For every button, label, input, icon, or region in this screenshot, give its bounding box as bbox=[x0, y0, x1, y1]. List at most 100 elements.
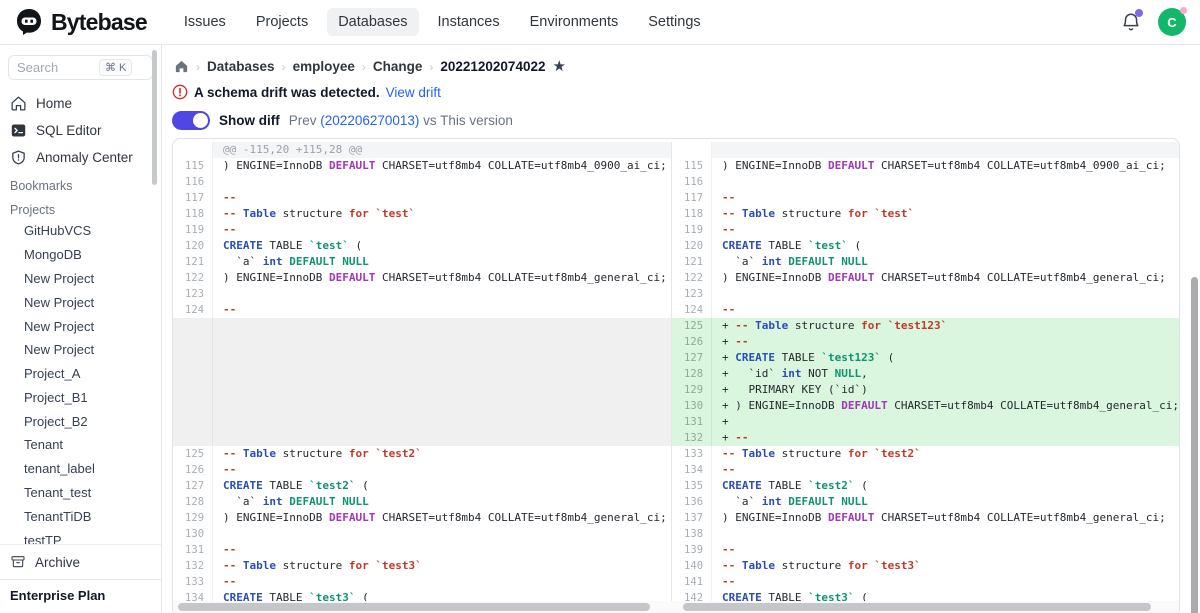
breadcrumb-separator: › bbox=[429, 60, 433, 74]
search-box[interactable]: ⌘ K bbox=[8, 55, 153, 80]
project-item[interactable]: New Project bbox=[0, 314, 161, 338]
diff-row: 127+ CREATE TABLE `test123` ( bbox=[173, 350, 1179, 366]
code-line: -- Table structure for `test3` bbox=[712, 558, 1179, 574]
diff-panel: @@ -115,20 +115,28 @@115) ENGINE=InnoDB … bbox=[172, 138, 1180, 613]
code-line: -- Table structure for `test2` bbox=[213, 446, 671, 462]
line-number: 118 bbox=[173, 206, 213, 222]
code-line: -- bbox=[712, 302, 1179, 318]
project-item[interactable]: New Project bbox=[0, 338, 161, 362]
project-item[interactable]: Tenant bbox=[0, 433, 161, 457]
code-line: -- bbox=[213, 222, 671, 238]
prev-version-link[interactable]: (202206270013) bbox=[320, 113, 419, 128]
line-number: 118 bbox=[672, 206, 712, 222]
line-number: 127 bbox=[672, 350, 712, 366]
sidebar-item-anomaly-center[interactable]: Anomaly Center bbox=[0, 144, 161, 171]
diff-row: 116116 bbox=[173, 174, 1179, 190]
line-number: 124 bbox=[672, 302, 712, 318]
project-item[interactable]: testTP bbox=[0, 528, 161, 544]
project-item[interactable]: tenant_label bbox=[0, 457, 161, 481]
home-icon[interactable] bbox=[174, 59, 189, 74]
line-number bbox=[173, 414, 213, 430]
sidebar: ⌘ K HomeSQL EditorAnomaly Center Bookmar… bbox=[0, 45, 162, 613]
project-item[interactable]: MongoDB bbox=[0, 243, 161, 267]
code-token: + bbox=[722, 335, 735, 348]
code-line: ) ENGINE=InnoDB DEFAULT CHARSET=utf8mb4 … bbox=[712, 510, 1179, 526]
code-line bbox=[213, 174, 671, 190]
view-drift-link[interactable]: View drift bbox=[386, 85, 441, 100]
project-item[interactable]: Project_B2 bbox=[0, 409, 161, 433]
code-token: DEFAULT NULL bbox=[788, 255, 867, 268]
code-token: `test` bbox=[808, 239, 848, 252]
nav-item-instances[interactable]: Instances bbox=[427, 8, 511, 36]
code-token: DEFAULT bbox=[329, 511, 375, 524]
code-token: -- bbox=[223, 543, 236, 556]
line-number: 130 bbox=[672, 398, 712, 414]
line-number: 131 bbox=[672, 414, 712, 430]
nav-item-settings[interactable]: Settings bbox=[637, 8, 711, 36]
code-token: ( bbox=[349, 239, 362, 252]
code-token: `test` bbox=[375, 207, 415, 220]
code-line bbox=[213, 334, 671, 350]
project-item[interactable]: New Project bbox=[0, 267, 161, 291]
diff-new-half bbox=[672, 142, 1179, 158]
code-line: `a` int DEFAULT NULL bbox=[213, 494, 671, 510]
show-diff-toggle[interactable] bbox=[172, 111, 210, 130]
code-line: ) ENGINE=InnoDB DEFAULT CHARSET=utf8mb4 … bbox=[213, 510, 671, 526]
code-line: @@ -115,20 +115,28 @@ bbox=[213, 142, 671, 158]
project-item[interactable]: GitHubVCS bbox=[0, 219, 161, 243]
sidebar-item-label: SQL Editor bbox=[36, 123, 102, 138]
diff-old-half: 130 bbox=[173, 526, 672, 542]
line-number: 115 bbox=[173, 158, 213, 174]
search-input[interactable] bbox=[17, 60, 99, 75]
breadcrumb-item-change[interactable]: Change bbox=[373, 59, 423, 74]
diff-row: 124--124-- bbox=[173, 302, 1179, 318]
diff-old-half: 115) ENGINE=InnoDB DEFAULT CHARSET=utf8m… bbox=[173, 158, 672, 174]
sidebar-item-archive[interactable]: Archive bbox=[0, 545, 161, 579]
project-item[interactable]: Tenant_test bbox=[0, 481, 161, 505]
top-navigation: Bytebase Issues Projects Databases Instance… bbox=[0, 0, 1200, 45]
diff-row: 119--119-- bbox=[173, 222, 1179, 238]
page-vertical-scrollbar[interactable] bbox=[1191, 277, 1198, 613]
sidebar-item-home[interactable]: Home bbox=[0, 90, 161, 117]
show-diff-label: Show diff bbox=[219, 113, 280, 128]
code-line bbox=[213, 286, 671, 302]
code-line: -- Table structure for `test` bbox=[213, 206, 671, 222]
toggle-knob bbox=[193, 113, 208, 128]
project-item[interactable]: Project_B1 bbox=[0, 385, 161, 409]
code-line bbox=[213, 398, 671, 414]
diff-new-half: 124-- bbox=[672, 302, 1179, 318]
code-token: + ) ENGINE=InnoDB bbox=[722, 399, 841, 412]
code-line: `a` int DEFAULT NULL bbox=[213, 254, 671, 270]
project-item[interactable]: Project_A bbox=[0, 362, 161, 386]
project-item[interactable]: TenantTiDB bbox=[0, 504, 161, 528]
right-horizontal-scrollbar[interactable] bbox=[683, 603, 1151, 611]
nav-item-databases[interactable]: Databases bbox=[327, 8, 418, 36]
breadcrumb-item-employee[interactable]: employee bbox=[293, 59, 355, 74]
left-horizontal-scrollbar[interactable] bbox=[178, 603, 650, 611]
code-token: ( bbox=[848, 239, 861, 252]
bytebase-logo[interactable]: Bytebase bbox=[14, 7, 147, 37]
sidebar-item-sql-editor[interactable]: SQL Editor bbox=[0, 117, 161, 144]
diff-old-half: 125-- Table structure for `test2` bbox=[173, 446, 672, 462]
bookmark-star-icon[interactable]: ★ bbox=[552, 59, 565, 74]
notifications-button[interactable] bbox=[1120, 11, 1142, 33]
diff-row: 126--134-- bbox=[173, 462, 1179, 478]
breadcrumb-item-databases[interactable]: Databases bbox=[207, 59, 275, 74]
nav-item-environments[interactable]: Environments bbox=[519, 8, 630, 36]
sidebar-scrollbar[interactable] bbox=[152, 50, 157, 185]
diff-new-half: 127+ CREATE TABLE `test123` ( bbox=[672, 350, 1179, 366]
diff-row: 130+ ) ENGINE=InnoDB DEFAULT CHARSET=utf… bbox=[173, 398, 1179, 414]
nav-item-issues[interactable]: Issues bbox=[173, 8, 237, 36]
nav-item-projects[interactable]: Projects bbox=[245, 8, 319, 36]
code-token: DEFAULT NULL bbox=[788, 495, 867, 508]
code-token: structure bbox=[276, 207, 349, 220]
diff-toolbar: Show diff Prev (202206270013) vs This ve… bbox=[172, 104, 1180, 138]
diff-new-half: 118-- Table structure for `test` bbox=[672, 206, 1179, 222]
code-line: -- Table structure for `test` bbox=[712, 206, 1179, 222]
avatar[interactable]: C bbox=[1158, 8, 1186, 36]
code-line: -- bbox=[712, 462, 1179, 478]
diff-new-half: 121 `a` int DEFAULT NULL bbox=[672, 254, 1179, 270]
diff-old-half bbox=[173, 366, 672, 382]
code-token: `test` bbox=[874, 207, 914, 220]
project-item[interactable]: New Project bbox=[0, 290, 161, 314]
